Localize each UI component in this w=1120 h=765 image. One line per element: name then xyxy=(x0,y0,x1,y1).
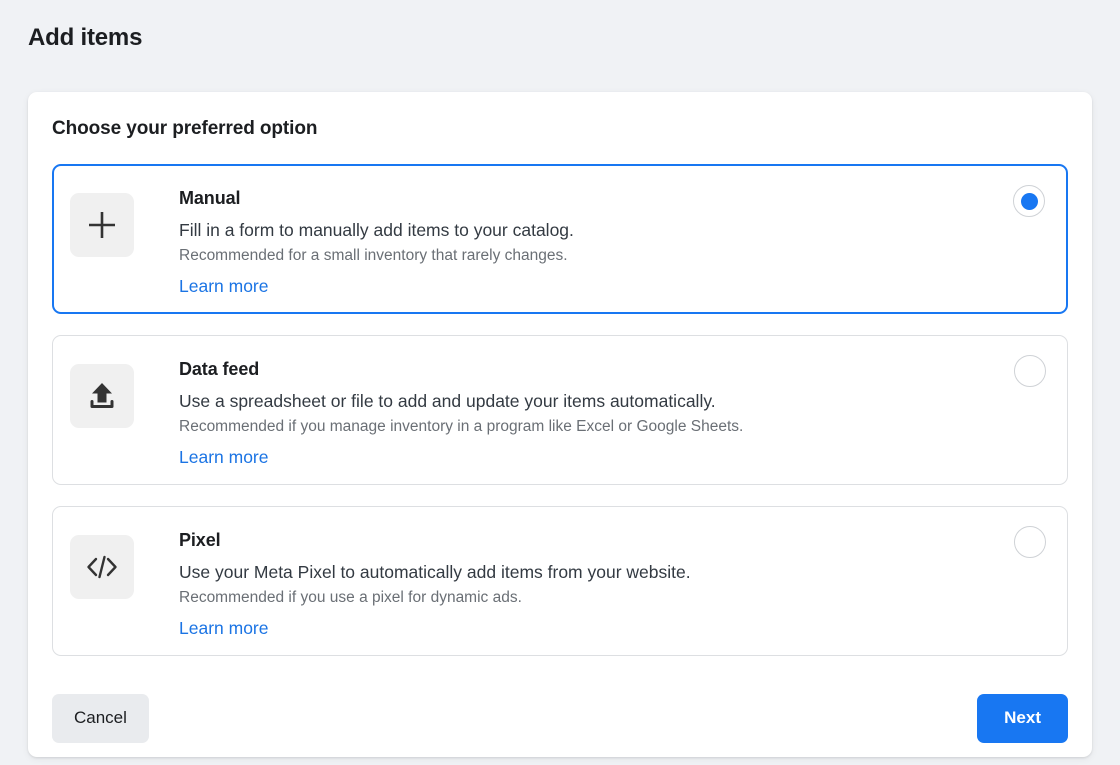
option-title: Pixel xyxy=(179,530,221,550)
cancel-button[interactable]: Cancel xyxy=(52,693,149,743)
upload-icon xyxy=(70,364,134,428)
learn-more-link[interactable]: Learn more xyxy=(179,617,269,639)
learn-more-link[interactable]: Learn more xyxy=(179,446,269,468)
option-text-pixel: Pixel Use your Meta Pixel to automatical… xyxy=(134,523,1051,639)
radio-dot xyxy=(1022,534,1039,551)
option-description: Use a spreadsheet or file to add and upd… xyxy=(179,391,716,411)
option-recommendation: Recommended if you use a pixel for dynam… xyxy=(179,589,522,606)
option-card-manual[interactable]: Manual Fill in a form to manually add it… xyxy=(52,164,1068,314)
option-text-data-feed: Data feed Use a spreadsheet or file to a… xyxy=(134,352,1051,468)
radio-data-feed[interactable] xyxy=(1014,355,1046,387)
panel-footer: Cancel Next xyxy=(52,679,1068,757)
option-text-manual: Manual Fill in a form to manually add it… xyxy=(134,181,1051,297)
option-title: Manual xyxy=(179,188,241,208)
option-list: Manual Fill in a form to manually add it… xyxy=(52,164,1068,656)
radio-dot xyxy=(1020,192,1038,210)
option-card-pixel[interactable]: Pixel Use your Meta Pixel to automatical… xyxy=(52,506,1068,656)
radio-dot xyxy=(1022,363,1039,380)
option-card-data-feed[interactable]: Data feed Use a spreadsheet or file to a… xyxy=(52,335,1068,485)
code-brackets-icon xyxy=(70,535,134,599)
option-recommendation: Recommended for a small inventory that r… xyxy=(179,247,568,264)
next-button[interactable]: Next xyxy=(977,693,1068,743)
option-recommendation: Recommended if you manage inventory in a… xyxy=(179,418,744,435)
option-description: Use your Meta Pixel to automatically add… xyxy=(179,562,691,582)
page-title: Add items xyxy=(28,24,143,51)
option-description: Fill in a form to manually add items to … xyxy=(179,220,574,240)
radio-pixel[interactable] xyxy=(1014,526,1046,558)
panel-heading: Choose your preferred option xyxy=(52,118,318,139)
add-items-panel: Choose your preferred option Manual Fill… xyxy=(28,92,1092,757)
learn-more-link[interactable]: Learn more xyxy=(179,275,269,297)
plus-icon xyxy=(70,193,134,257)
option-title: Data feed xyxy=(179,359,260,379)
radio-manual[interactable] xyxy=(1013,185,1045,217)
